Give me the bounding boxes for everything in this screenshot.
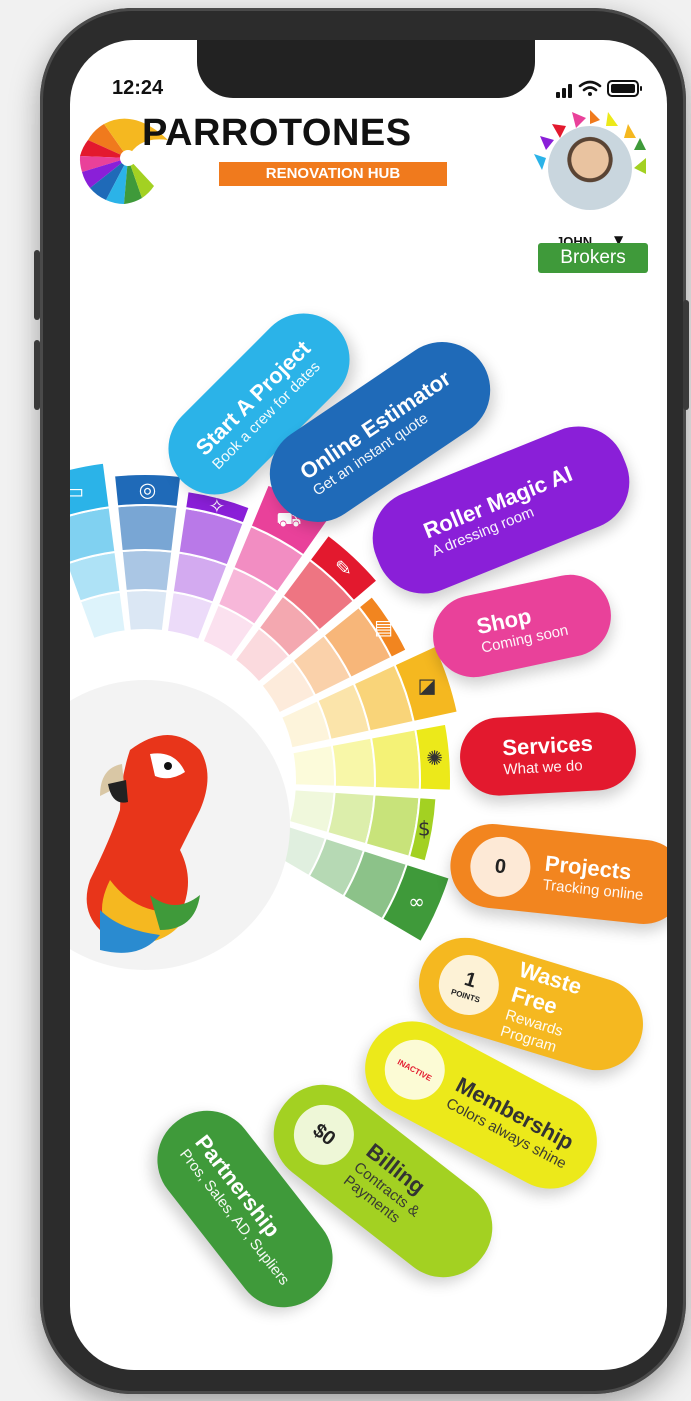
fan-segment[interactable]: [116, 504, 179, 553]
tape-measure-icon[interactable]: ◎: [139, 478, 156, 502]
app-screen: 12:24 PARROTONES RENOVATION HUB JOHN ▼ B…: [70, 40, 667, 1370]
phone-side-button: [683, 300, 689, 410]
magic-roller-icon[interactable]: ✧: [209, 494, 226, 518]
phone-side-button: [34, 340, 40, 410]
fan-segment[interactable]: [330, 736, 376, 790]
parrot-icon: [86, 735, 208, 953]
pill-badge: 1 POINTS: [431, 947, 507, 1023]
pill-badge: INACTIVE: [374, 1029, 456, 1111]
parrot-badge: [70, 680, 290, 970]
pill-text: Projects Tracking online: [542, 850, 647, 903]
sparkle-icon[interactable]: ✺: [426, 746, 443, 770]
dollar-icon[interactable]: $: [418, 817, 431, 841]
fan-segment[interactable]: [369, 728, 421, 791]
pill-text: Shop Coming soon: [474, 596, 569, 656]
phone-side-button: [34, 250, 40, 320]
pill-text: Services What we do: [502, 730, 595, 778]
pill-subtitle: What we do: [503, 756, 584, 778]
pill-badge: 0: [467, 833, 534, 900]
handshake-icon[interactable]: ∞: [408, 889, 425, 913]
pill-badge-value: INACTIVE: [396, 1057, 434, 1083]
brush-icon[interactable]: ✎: [335, 556, 352, 580]
fan-segment[interactable]: [120, 549, 174, 593]
fan-segment[interactable]: [124, 589, 169, 633]
fan-segment[interactable]: [287, 788, 336, 835]
calendar-icon[interactable]: ▭: [70, 479, 84, 503]
pill-badge-value: 0: [493, 854, 508, 878]
pill-badge: $0: [281, 1092, 367, 1177]
pill-badge-value: $0: [308, 1118, 340, 1150]
pill-badge-value: 1: [461, 968, 479, 993]
menu-pill[interactable]: Services What we do: [458, 710, 638, 798]
fan-segment[interactable]: [291, 743, 336, 788]
bucket-icon[interactable]: ◪: [418, 674, 437, 698]
clipboard-icon[interactable]: ▤: [374, 615, 393, 639]
